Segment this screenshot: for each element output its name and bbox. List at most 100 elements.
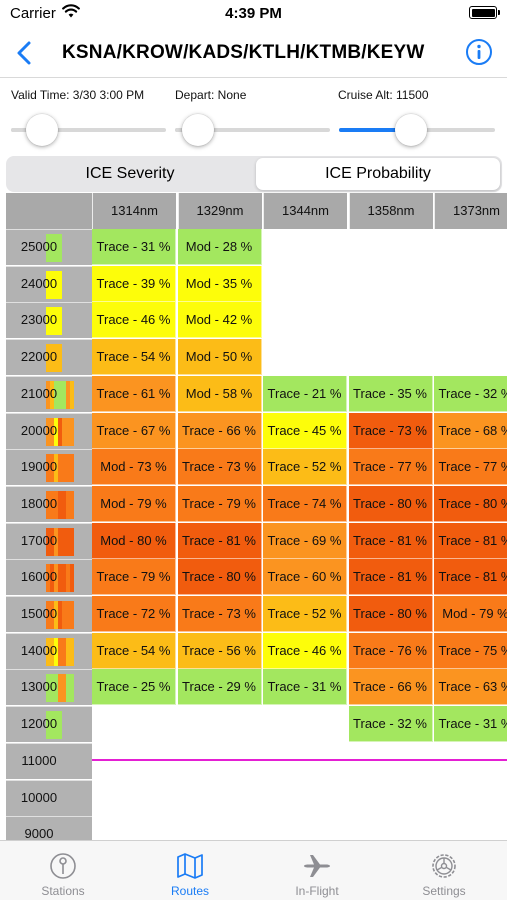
altitude-row-header[interactable]: 12000 <box>6 706 92 743</box>
ice-cell[interactable]: Trace - 81 % <box>434 522 507 559</box>
segment-ice-severity[interactable]: ICE Severity <box>8 158 252 190</box>
altitude-row-header[interactable]: 20000 <box>6 412 92 449</box>
altitude-row-header[interactable]: 25000 <box>6 229 92 265</box>
back-chevron-icon[interactable] <box>10 38 40 68</box>
ice-cell[interactable]: Trace - 54 % <box>92 339 176 376</box>
ice-cell[interactable]: Trace - 31 % <box>434 706 507 743</box>
slider-thumb[interactable] <box>182 114 215 146</box>
ice-cell[interactable]: Mod - 42 % <box>177 302 262 339</box>
ice-cell[interactable]: Trace - 81 % <box>348 522 433 559</box>
ice-cell[interactable]: Trace - 66 % <box>348 669 433 706</box>
tab-in-flight[interactable]: In-Flight <box>254 841 380 900</box>
ice-cell[interactable]: Mod - 79 % <box>434 596 507 632</box>
ice-cell[interactable]: Trace - 46 % <box>92 302 176 339</box>
slider-thumb[interactable] <box>394 114 427 146</box>
altitude-label: 11000 <box>21 752 57 768</box>
ice-cell[interactable]: Trace - 52 % <box>263 449 347 486</box>
ice-cell[interactable]: Mod - 28 % <box>177 229 262 265</box>
ice-cell[interactable]: Trace - 81 % <box>177 522 262 559</box>
ice-cell[interactable]: Mod - 50 % <box>177 339 262 376</box>
ice-cell[interactable]: Trace - 77 % <box>434 449 507 486</box>
ice-cell[interactable]: Trace - 81 % <box>434 559 507 596</box>
ice-cell[interactable]: Trace - 80 % <box>348 485 433 522</box>
ice-cell[interactable]: Trace - 45 % <box>263 412 347 449</box>
ice-cell[interactable]: Trace - 21 % <box>263 375 347 412</box>
ice-cell[interactable]: Trace - 32 % <box>434 375 507 412</box>
valid-time-slider[interactable] <box>11 112 166 148</box>
segment-ice-probability[interactable]: ICE Probability <box>256 158 500 190</box>
ice-cell[interactable]: Trace - 73 % <box>177 596 262 632</box>
ice-cell[interactable]: Trace - 52 % <box>263 596 347 632</box>
altitude-label: 22000 <box>20 349 58 365</box>
ice-cell[interactable]: Trace - 73 % <box>348 412 433 449</box>
ice-cell[interactable]: Trace - 31 % <box>263 669 347 706</box>
ice-cell[interactable]: Trace - 35 % <box>348 375 433 412</box>
status-time: 4:39 PM <box>225 5 282 22</box>
ice-cell[interactable]: Trace - 39 % <box>92 265 176 302</box>
altitude-label: 24000 <box>20 275 58 291</box>
ice-cell[interactable]: Trace - 80 % <box>177 559 262 596</box>
altitude-row-header[interactable]: 17000 <box>6 522 92 559</box>
ice-cell[interactable]: Mod - 58 % <box>177 375 262 412</box>
depart-slider[interactable] <box>175 112 330 148</box>
column-header: 1344nm <box>263 193 347 229</box>
cruise-alt-slider[interactable] <box>339 112 495 148</box>
info-circle-icon[interactable] <box>465 38 493 66</box>
altitude-row-header[interactable]: 16000 <box>6 559 92 596</box>
altitude-row-header[interactable]: 13000 <box>6 669 92 706</box>
grid-corner <box>6 193 92 229</box>
altitude-row-header[interactable]: 24000 <box>6 265 92 302</box>
altitude-label: 9000 <box>24 826 54 840</box>
altitude-row-header[interactable]: 18000 <box>6 485 92 522</box>
battery-icon <box>469 6 500 19</box>
ice-cell[interactable]: Trace - 66 % <box>177 412 262 449</box>
ice-cell[interactable]: Trace - 79 % <box>177 485 262 522</box>
ice-cell[interactable]: Mod - 79 % <box>92 485 176 522</box>
altitude-row-header[interactable]: 9000 <box>6 816 92 840</box>
ice-cell[interactable]: Trace - 46 % <box>263 632 347 669</box>
ice-cell[interactable]: Mod - 80 % <box>92 522 176 559</box>
ice-cell[interactable]: Trace - 32 % <box>348 706 433 743</box>
ice-cell[interactable]: Trace - 80 % <box>434 485 507 522</box>
ice-cell[interactable]: Trace - 61 % <box>92 375 176 412</box>
ice-cell[interactable]: Trace - 73 % <box>177 449 262 486</box>
ice-cell[interactable]: Trace - 72 % <box>92 596 176 632</box>
ice-cell[interactable]: Trace - 68 % <box>434 412 507 449</box>
ice-cell[interactable]: Mod - 35 % <box>177 265 262 302</box>
ice-cell[interactable]: Trace - 69 % <box>263 522 347 559</box>
altitude-label: 21000 <box>20 385 58 401</box>
ice-cell[interactable]: Trace - 63 % <box>434 669 507 706</box>
ice-cell[interactable]: Trace - 29 % <box>177 669 262 706</box>
ice-cell[interactable]: Mod - 73 % <box>92 449 176 486</box>
status-bar: Carrier 4:39 PM <box>0 0 507 30</box>
altitude-row-header[interactable]: 19000 <box>6 449 92 486</box>
depart-label: Depart: None <box>175 88 247 102</box>
ice-cell[interactable]: Trace - 80 % <box>348 596 433 632</box>
ice-cell[interactable]: Trace - 81 % <box>348 559 433 596</box>
ice-cell[interactable]: Trace - 31 % <box>92 229 176 265</box>
ice-cell[interactable]: Trace - 77 % <box>348 449 433 486</box>
altitude-label: 10000 <box>20 789 58 805</box>
ice-cell[interactable]: Trace - 74 % <box>263 485 347 522</box>
altitude-row-header[interactable]: 15000 <box>6 596 92 632</box>
ice-cell[interactable]: Trace - 54 % <box>92 632 176 669</box>
tab-routes[interactable]: Routes <box>127 841 253 900</box>
ice-cell[interactable]: Trace - 67 % <box>92 412 176 449</box>
altitude-label: 17000 <box>20 532 58 548</box>
ice-cell[interactable]: Trace - 25 % <box>92 669 176 706</box>
altitude-row-header[interactable]: 21000 <box>6 375 92 412</box>
tab-settings[interactable]: Settings <box>381 841 507 900</box>
ice-cell[interactable]: Trace - 76 % <box>348 632 433 669</box>
ice-cell[interactable]: Trace - 79 % <box>92 559 176 596</box>
altitude-row-header[interactable]: 14000 <box>6 632 92 669</box>
navigation-bar: KSNA/KROW/KADS/KTLH/KTMB/KEYW <box>0 30 507 78</box>
altitude-row-header[interactable]: 11000 <box>6 742 92 779</box>
ice-cell[interactable]: Trace - 60 % <box>263 559 347 596</box>
ice-cell[interactable]: Trace - 56 % <box>177 632 262 669</box>
ice-cell[interactable]: Trace - 75 % <box>434 632 507 669</box>
tab-stations[interactable]: Stations <box>0 841 126 900</box>
altitude-row-header[interactable]: 23000 <box>6 302 92 339</box>
altitude-row-header[interactable]: 22000 <box>6 339 92 376</box>
slider-thumb[interactable] <box>25 114 58 146</box>
altitude-row-header[interactable]: 10000 <box>6 779 92 816</box>
